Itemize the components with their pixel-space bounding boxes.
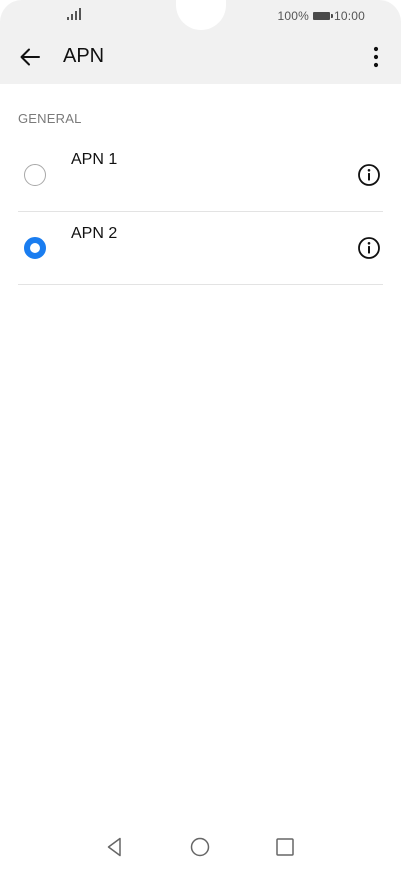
apn-label-1: APN 1: [71, 151, 118, 168]
status-time: 10:00: [333, 9, 365, 23]
battery-icon: [312, 12, 333, 20]
apn-radio-1[interactable]: [24, 164, 46, 186]
nav-recents-icon[interactable]: [273, 835, 297, 859]
apn-radio-2[interactable]: [24, 237, 46, 259]
nav-back-icon[interactable]: [102, 835, 126, 859]
nav-home-icon[interactable]: [188, 835, 212, 859]
page-title: APN: [63, 45, 105, 67]
camera-notch: [176, 0, 226, 30]
battery-percent: 100%: [277, 9, 309, 23]
back-arrow-icon: [20, 48, 40, 66]
apn-row-1[interactable]: APN 1: [0, 138, 401, 211]
divider: [18, 284, 383, 285]
status-right: 100% 10:00: [277, 8, 365, 24]
more-vert-icon: [373, 46, 379, 68]
info-icon[interactable]: [357, 236, 381, 260]
info-icon[interactable]: [357, 163, 381, 187]
system-nav-bar: [0, 830, 401, 864]
app-bar: 100% 10:00 APN: [0, 0, 401, 84]
section-header-general: GENERAL: [18, 111, 82, 126]
back-button[interactable]: [14, 41, 46, 73]
signal-icon: [67, 8, 81, 20]
more-options-button[interactable]: [363, 41, 389, 73]
apn-row-2[interactable]: APN 2: [0, 212, 401, 285]
apn-label-2: APN 2: [71, 225, 118, 242]
